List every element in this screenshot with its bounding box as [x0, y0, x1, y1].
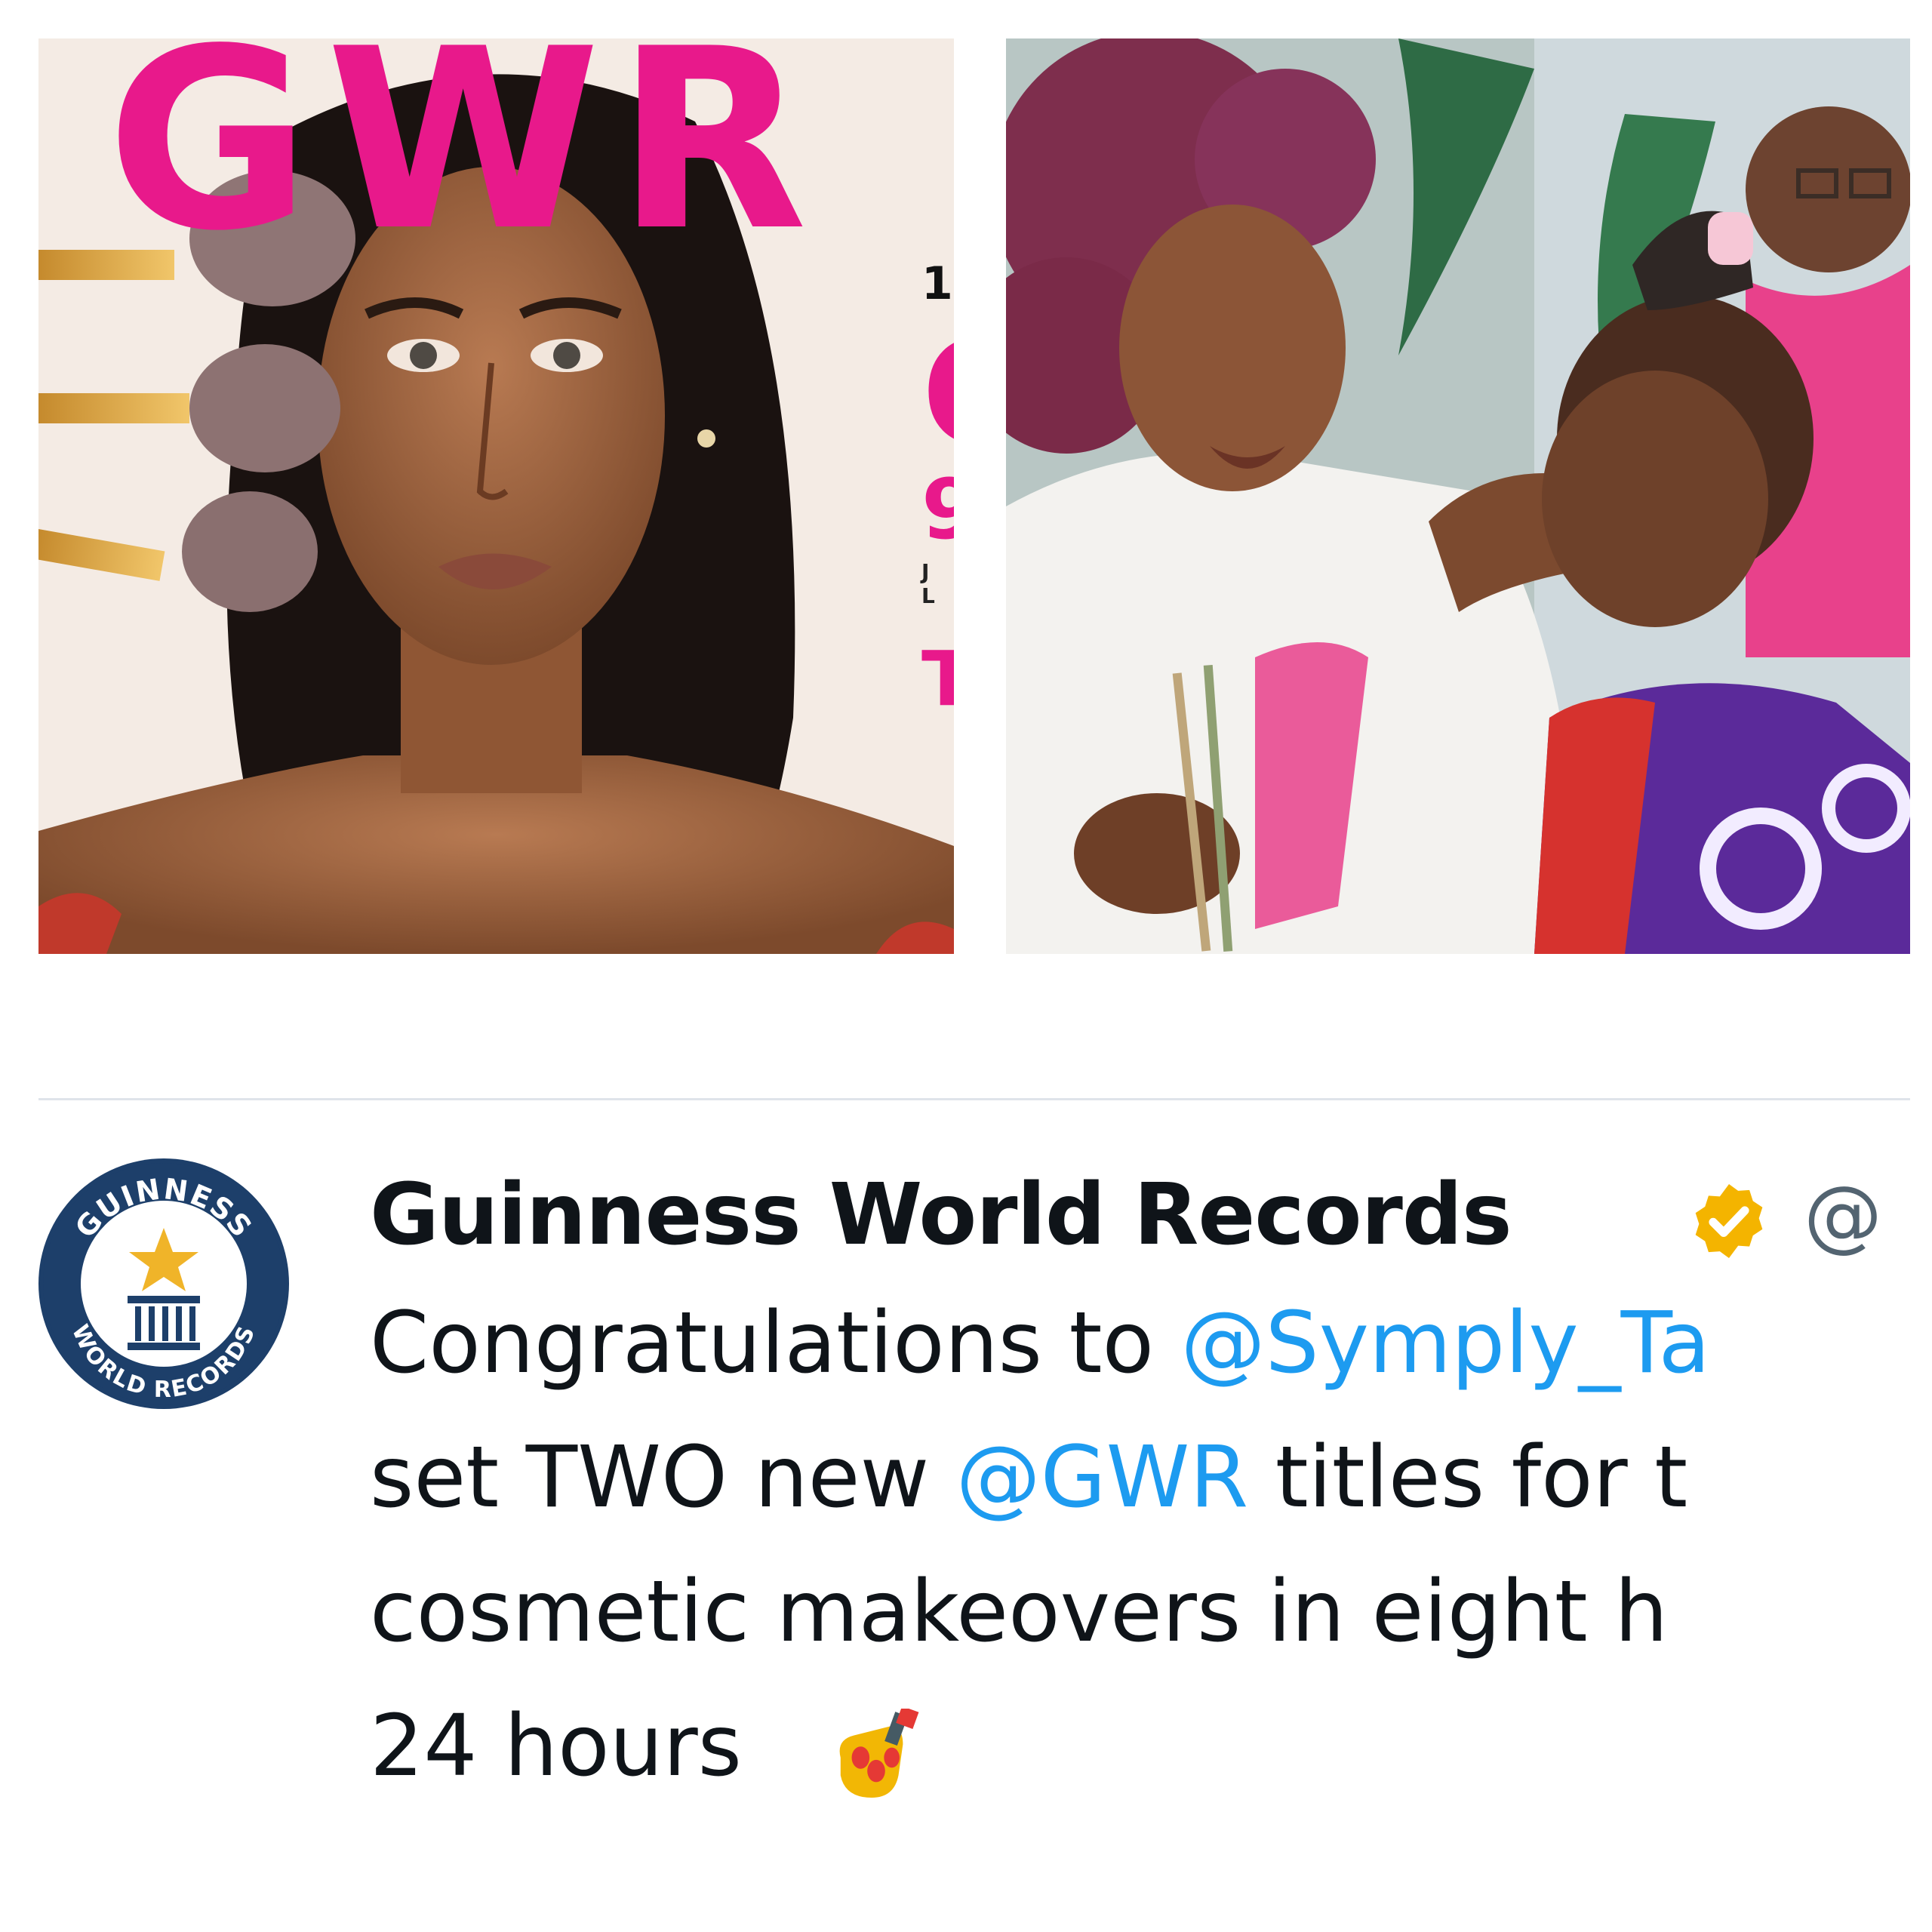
magazine-masthead: GWR: [106, 38, 823, 285]
tweet-line-4: 24 hours: [370, 1694, 742, 1799]
tweet-line-3: cosmetic makeovers in eight h: [370, 1559, 1668, 1665]
gwr-avatar[interactable]: GUINNESS WORLD RECORDS: [38, 1158, 289, 1409]
cover-small-text-2: L: [921, 583, 935, 608]
tweet-line-2: set TWO new @GWR titles for t: [370, 1425, 1687, 1531]
tweet-line-1: Congratulations to @Symply_Ta: [370, 1291, 1710, 1396]
tweet-text: 24 hours: [370, 1697, 743, 1795]
verified-badge-icon: [1695, 1184, 1763, 1258]
tweet-text: set TWO new: [370, 1429, 956, 1527]
mention-link[interactable]: @Symply_Ta: [1181, 1294, 1710, 1392]
tweet-text: titles for t: [1248, 1429, 1688, 1527]
section-divider: [38, 1098, 1910, 1100]
magazine-cover-image: GWR 10 O 9 J L T: [38, 38, 954, 954]
tweet-body: Guinness World Records @ Congratulations…: [370, 1155, 1910, 1879]
nail-polish-emoji: [839, 1709, 919, 1798]
makeup-session-illustration: [1006, 38, 1910, 954]
tweet-text: cosmetic makeovers in eight h: [370, 1563, 1669, 1661]
cover-line-large: O: [921, 310, 954, 477]
cover-small-text-1: J: [921, 559, 930, 584]
cover-line-name: T: [921, 635, 954, 723]
tweet-text: Congratulations to: [370, 1294, 1181, 1392]
author-display-name[interactable]: Guinness World Records: [370, 1162, 1512, 1268]
author-handle[interactable]: @: [1804, 1162, 1882, 1268]
mention-link[interactable]: @GWR: [956, 1429, 1248, 1527]
cover-issue-number: 10: [921, 257, 954, 310]
makeup-session-photo: [1006, 38, 1910, 954]
cover-line-number: 9: [921, 461, 954, 558]
